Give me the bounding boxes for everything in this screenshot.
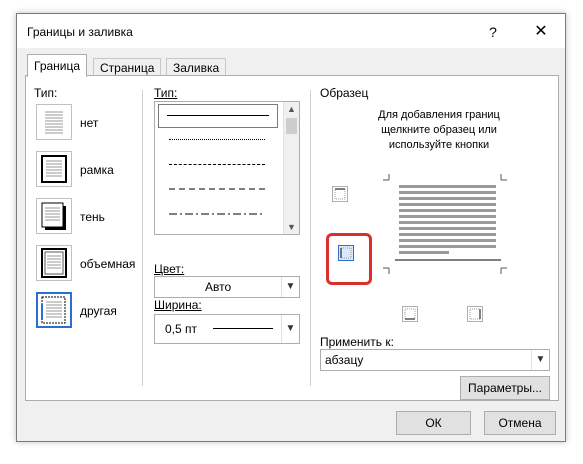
bottom-border-button[interactable] (402, 306, 418, 322)
style-label: Тип: (154, 86, 178, 100)
line-style-dash[interactable] (161, 179, 273, 201)
color-dropdown[interactable]: Авто ▼ (154, 276, 300, 298)
right-border-button[interactable] (467, 306, 483, 322)
apply-to-value: абзацу (325, 353, 364, 367)
chevron-down-icon[interactable]: ▼ (531, 350, 549, 370)
column-divider-left (142, 90, 143, 386)
chevron-down-icon[interactable]: ▼ (281, 277, 299, 297)
apply-to-dropdown[interactable]: абзацу ▼ (320, 349, 550, 371)
line-style-small-dash[interactable] (161, 154, 273, 176)
setting-shadow[interactable] (36, 198, 72, 234)
width-value: 0,5 пт (165, 322, 198, 336)
setting-none[interactable] (36, 104, 72, 140)
setting-3d[interactable] (36, 245, 72, 281)
scrollbar-thumb[interactable] (286, 118, 297, 134)
preview-label: Образец (320, 86, 369, 100)
chevron-up-icon[interactable]: ▲ (284, 102, 299, 116)
border-shadow-icon (41, 202, 66, 230)
dash-line-graphic (169, 188, 265, 190)
instruction-line-1: Для добавления границ (378, 109, 500, 121)
dash-dot-line-graphic (169, 213, 265, 215)
width-line-sample (213, 328, 273, 329)
color-label: Цвет: (154, 262, 185, 276)
border-box-icon (41, 155, 67, 183)
width-label: Ширина: (154, 298, 202, 312)
border-none-icon (45, 111, 63, 134)
setting-custom[interactable] (36, 292, 72, 328)
line-style-dash-dot[interactable] (161, 204, 273, 226)
setting-none-label: нет (80, 116, 99, 130)
style-list-scrollbar[interactable]: ▲ ▼ (283, 102, 299, 234)
help-button[interactable]: ? (483, 22, 503, 42)
title-bar: Границы и заливка ? ✕ (17, 14, 565, 48)
apply-to-label: Применить к: (320, 335, 394, 349)
tab-borders[interactable]: Граница (27, 54, 88, 77)
ok-button[interactable]: ОК (396, 411, 471, 435)
setting-box[interactable] (36, 151, 72, 187)
highlight-box (326, 233, 372, 285)
chevron-down-icon[interactable]: ▼ (284, 220, 299, 234)
instruction-line-2: щелкните образец или (381, 124, 497, 136)
options-button[interactable]: Параметры... (460, 376, 550, 400)
preview-document-graphic (383, 174, 507, 274)
setting-3d-label: объемная (80, 257, 136, 271)
setting-box-label: рамка (80, 163, 114, 177)
border-right-icon (469, 308, 481, 320)
chevron-down-icon[interactable]: ▼ (281, 315, 299, 343)
border-3d-icon (41, 248, 67, 278)
instruction-line-3: используйте кнопки (388, 139, 490, 151)
width-dropdown[interactable]: 0,5 пт ▼ (154, 314, 300, 344)
border-bottom-icon (404, 308, 416, 320)
borders-tab-panel: Тип: нет рамка тень объемная другая Тип:… (25, 75, 559, 401)
preview-instructions: Для добавления границ щелкните образец и… (326, 108, 552, 153)
border-top-icon (334, 188, 346, 200)
border-custom-icon (41, 296, 66, 324)
top-border-button[interactable] (332, 186, 348, 202)
dialog-title: Границы и заливка (27, 25, 133, 39)
line-style-dotted[interactable] (161, 129, 273, 151)
line-style-list[interactable]: ▲ ▼ (154, 101, 300, 235)
color-value: Авто (205, 280, 232, 294)
cancel-button[interactable]: Отмена (484, 411, 556, 435)
apply-to-text: Применить к: (320, 335, 394, 349)
column-divider-right (310, 90, 311, 386)
borders-and-shading-dialog: Границы и заливка ? ✕ Граница Страница З… (16, 13, 566, 442)
setting-label: Тип: (34, 86, 58, 100)
line-style-solid[interactable] (158, 104, 278, 128)
close-button[interactable]: ✕ (531, 22, 551, 42)
setting-shadow-label: тень (80, 210, 105, 224)
setting-custom-label: другая (80, 304, 117, 318)
